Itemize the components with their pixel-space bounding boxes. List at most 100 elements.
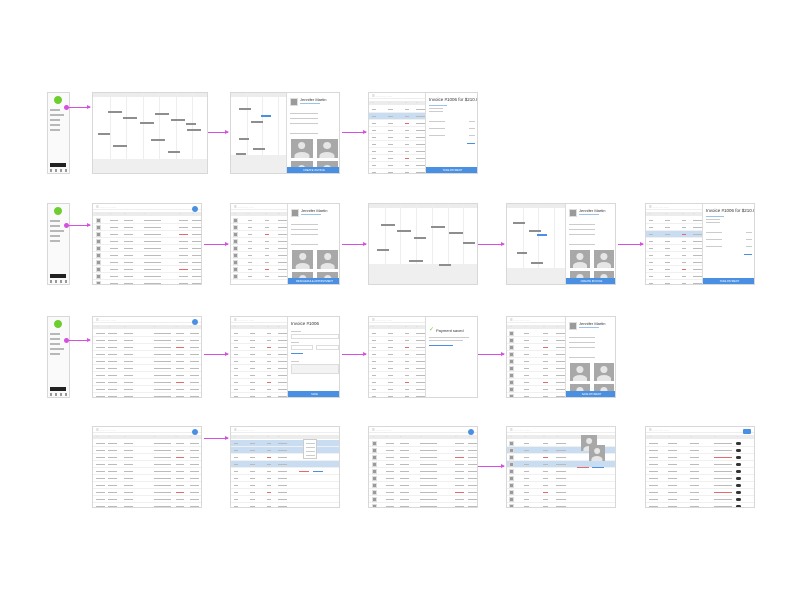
column-header[interactable]: ··· <box>124 212 126 216</box>
table-row[interactable] <box>93 365 201 372</box>
popover-option[interactable] <box>306 451 315 452</box>
column-header[interactable]: ··· <box>267 325 269 329</box>
toolbar-nav[interactable]: ☰ ······ ···· ····· <box>234 205 254 209</box>
column-header[interactable]: ··· <box>179 212 181 216</box>
table-row[interactable] <box>369 447 477 454</box>
method-field[interactable] <box>291 345 313 350</box>
toggle-switch[interactable] <box>736 498 742 501</box>
take-payment-button[interactable]: TAKE PAYMENT <box>703 278 754 284</box>
table-row[interactable] <box>646 454 754 461</box>
appointment-block[interactable] <box>537 234 547 236</box>
table-row[interactable] <box>369 503 477 507</box>
appointment-block[interactable] <box>239 108 251 110</box>
column-header[interactable]: ··· <box>649 435 651 439</box>
column-header[interactable]: ··· <box>649 212 651 216</box>
toolbar-nav[interactable]: ☰ ······ ···· ····· <box>372 428 392 432</box>
column-header[interactable]: ··· <box>267 435 269 439</box>
column-header[interactable]: ··· <box>556 325 558 329</box>
column-header[interactable]: ··· <box>248 212 250 216</box>
toggle-switch[interactable] <box>736 505 742 507</box>
appointment-block[interactable] <box>98 133 110 135</box>
column-header[interactable]: ··· <box>176 325 178 329</box>
table-row[interactable] <box>93 259 201 266</box>
appointment-block[interactable] <box>529 230 541 232</box>
column-header[interactable]: ··· <box>665 212 667 216</box>
column-header[interactable]: ··· <box>234 325 236 329</box>
table-row[interactable] <box>646 468 754 475</box>
table-row[interactable] <box>369 454 477 461</box>
table-row[interactable] <box>93 468 201 475</box>
appointment-block[interactable] <box>449 232 463 234</box>
table-row[interactable] <box>646 482 754 489</box>
table-row[interactable] <box>507 468 615 475</box>
table-row[interactable] <box>231 482 339 489</box>
table-row[interactable] <box>231 475 339 482</box>
column-header[interactable]: ··· <box>714 435 716 439</box>
column-header[interactable]: ··· <box>110 212 112 216</box>
table-row[interactable] <box>93 224 201 231</box>
appointment-block[interactable] <box>531 262 543 264</box>
appointment-block[interactable] <box>151 139 165 141</box>
table-row[interactable] <box>507 496 615 503</box>
table-row[interactable] <box>646 496 754 503</box>
table-row[interactable] <box>93 273 201 280</box>
sidebar-item[interactable] <box>50 124 60 126</box>
table-row[interactable] <box>646 447 754 454</box>
table-row[interactable] <box>93 454 201 461</box>
column-header[interactable]: ··· <box>190 435 192 439</box>
column-header[interactable]: ··· <box>176 435 178 439</box>
column-header[interactable]: ··· <box>190 325 192 329</box>
toolbar-nav[interactable]: ☰ ······ ···· ····· <box>234 428 254 432</box>
table-row[interactable] <box>231 454 339 461</box>
primary-button[interactable]: RESCHEDULE APPOINTMENT <box>288 278 339 284</box>
table-row[interactable] <box>93 372 201 379</box>
table-row[interactable] <box>93 440 201 447</box>
column-header[interactable]: ··· <box>265 212 267 216</box>
sidebar-item[interactable] <box>50 225 60 227</box>
table-row[interactable] <box>93 489 201 496</box>
primary-button[interactable]: CREATE INVOICE <box>287 167 339 173</box>
appointment-block[interactable] <box>239 138 249 140</box>
sidebar-item[interactable] <box>50 235 60 237</box>
column-header[interactable]: ··· <box>278 435 280 439</box>
table-row[interactable] <box>646 475 754 482</box>
appointment-block[interactable] <box>439 264 451 266</box>
sidebar-item[interactable] <box>50 119 60 121</box>
popover-option[interactable] <box>306 443 315 444</box>
sidebar-item[interactable] <box>50 230 64 232</box>
column-header[interactable]: ··· <box>234 212 236 216</box>
take-payment-button[interactable]: TAKE PAYMENT <box>426 167 477 173</box>
table-row[interactable] <box>507 475 615 482</box>
sidebar-item[interactable] <box>50 109 60 111</box>
table-row[interactable] <box>93 461 201 468</box>
column-header[interactable]: ··· <box>108 435 110 439</box>
toggle-switch[interactable] <box>736 449 742 452</box>
column-header[interactable]: ··· <box>96 435 98 439</box>
table-row[interactable] <box>646 461 754 468</box>
column-header[interactable]: ··· <box>388 325 390 329</box>
appointment-block[interactable] <box>377 249 389 251</box>
toggle-switch[interactable] <box>736 484 742 487</box>
table-row[interactable] <box>93 447 201 454</box>
sidebar-item[interactable] <box>50 240 60 242</box>
table-row[interactable] <box>93 482 201 489</box>
column-header[interactable]: ··· <box>556 435 558 439</box>
column-header[interactable]: ··· <box>124 435 126 439</box>
add-button[interactable] <box>743 429 751 434</box>
table-row[interactable] <box>93 217 201 224</box>
toolbar-nav[interactable]: ☰ ······ ···· ····· <box>234 318 254 322</box>
toolbar-nav[interactable]: ☰ ······ ···· ····· <box>372 318 392 322</box>
column-header[interactable]: ··· <box>693 212 695 216</box>
toggle-switch[interactable] <box>736 477 742 480</box>
column-header[interactable]: ··· <box>668 435 670 439</box>
table-row[interactable] <box>93 280 201 284</box>
column-header[interactable]: ··· <box>455 435 457 439</box>
appointment-block[interactable] <box>397 230 411 232</box>
column-header[interactable]: ··· <box>372 435 374 439</box>
appointment-block[interactable] <box>251 121 263 123</box>
appointment-block[interactable] <box>513 222 525 224</box>
toggle-switch[interactable] <box>736 491 742 494</box>
table-row[interactable] <box>93 238 201 245</box>
table-row[interactable] <box>93 503 201 507</box>
column-header[interactable]: ··· <box>250 325 252 329</box>
